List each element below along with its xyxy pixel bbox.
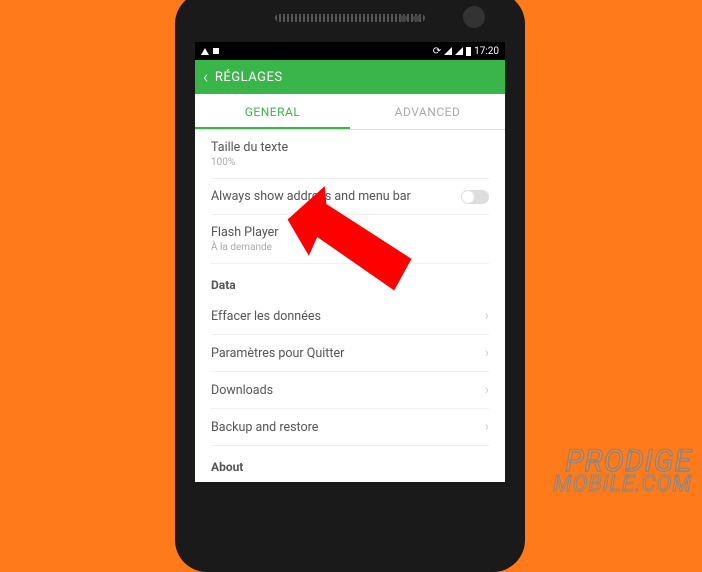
clock: 17:20 [474, 46, 499, 57]
row-flash-player[interactable]: Flash Player À la demande [211, 215, 489, 264]
vlc-icon [201, 48, 209, 55]
chevron-right-icon: › [485, 345, 489, 361]
battery-icon [466, 47, 471, 56]
flash-label: Flash Player [211, 225, 489, 240]
chevron-right-icon: › [485, 419, 489, 435]
flash-value: À la demande [211, 242, 489, 253]
section-about-heading: About [211, 446, 489, 480]
address-bar-toggle[interactable] [461, 190, 489, 204]
address-bar-label: Always show address and menu bar [211, 189, 461, 204]
header-title: RÉGLAGES [215, 70, 283, 85]
signal-icon [455, 47, 463, 55]
text-size-value: 100% [211, 157, 489, 168]
row-quit-params[interactable]: Paramètres pour Quitter › [211, 335, 489, 372]
tab-advanced[interactable]: ADVANCED [350, 94, 505, 129]
chevron-right-icon: › [485, 382, 489, 398]
back-icon[interactable]: ‹ [203, 67, 209, 88]
text-size-label: Taille du texte [211, 140, 489, 155]
notification-icon [213, 48, 219, 54]
settings-list: Taille du texte 100% Always show address… [195, 130, 505, 482]
screen: ⟳ 17:20 ‹ RÉGLAGES GENERAL ADVANCED Tail… [195, 42, 505, 482]
row-downloads[interactable]: Downloads › [211, 372, 489, 409]
row-text-size[interactable]: Taille du texte 100% [211, 130, 489, 179]
row-backup[interactable]: Backup and restore › [211, 409, 489, 446]
chevron-right-icon: › [485, 308, 489, 324]
section-data-heading: Data [211, 264, 489, 298]
row-address-bar[interactable]: Always show address and menu bar [211, 179, 489, 215]
watermark: PRODIGE MOBILE.COM [553, 448, 692, 495]
tab-bar: GENERAL ADVANCED [195, 94, 505, 130]
row-about-dolphin[interactable]: Sur les Dolphin › [211, 480, 489, 482]
signal-icon [444, 47, 452, 55]
row-clear-data[interactable]: Effacer les données › [211, 298, 489, 335]
sync-icon: ⟳ [433, 46, 441, 57]
status-bar: ⟳ 17:20 [195, 42, 505, 60]
phone-frame: ⟳ 17:20 ‹ RÉGLAGES GENERAL ADVANCED Tail… [175, 0, 525, 572]
app-header: ‹ RÉGLAGES [195, 60, 505, 94]
tab-general[interactable]: GENERAL [195, 94, 350, 129]
